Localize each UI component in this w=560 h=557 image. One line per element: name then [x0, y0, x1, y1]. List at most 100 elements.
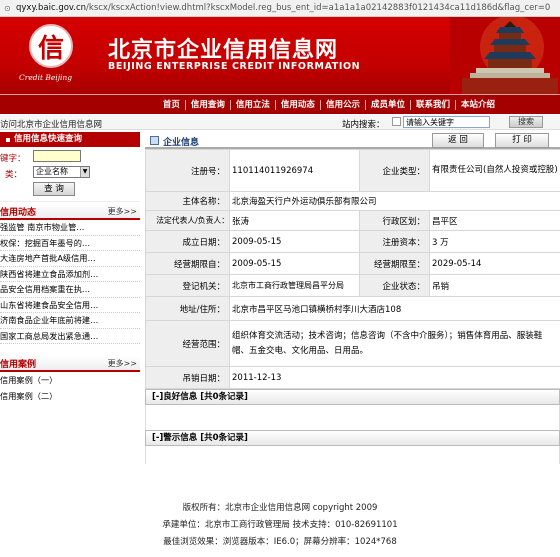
footer-builder: 承建单位：北京市工商行政管理局 技术支持：010-82691101 [162, 520, 398, 530]
url-path: /kscx/kscxAction!view.dhtml?kscxModel.re… [86, 3, 551, 13]
address-label: 地址/住所： [145, 296, 230, 321]
reg-no-value: 110114011926974 [229, 149, 360, 192]
page-info-icon[interactable]: ⊙ [4, 4, 13, 13]
site-search-button[interactable]: 搜索 [509, 116, 543, 128]
sidebar: 信用信息快速查询 键字： 类： 企业名称 ▼ 查 询 信用动态 更多>> 强监管 … [0, 132, 140, 504]
est-label: 成立日期： [145, 230, 230, 253]
panel-title: 企业信息 [163, 138, 200, 148]
capital-label: 注册资本： [359, 230, 430, 253]
reg-no-label: 注册号： [145, 149, 230, 192]
status-label: 企业状态： [359, 274, 430, 297]
rep-label: 法定代表人/负责人： [145, 210, 230, 231]
scope-value: 组织体育交流活动；技术咨询；信息咨询（不含中介服务）；销售体育用品、服装鞋帽、五… [229, 320, 560, 367]
query-button[interactable]: 查 询 [33, 182, 75, 196]
news-list: 强监管 南京市物业管… 权保：挖掘百年墨号的… 大连房地产首批A级信用… 陕西省… [0, 220, 140, 344]
news-item[interactable]: 国家工商总局发出紧急通… [0, 329, 140, 344]
rep-value: 张涛 [229, 210, 360, 231]
district-value: 昌平区 [429, 210, 560, 231]
warning-info-section[interactable]: [-]警示信息 [共0条记录] [145, 430, 560, 446]
url-text: qyxy.baic.gov.cn/kscx/kscxAction!view.dh… [16, 3, 550, 13]
print-button[interactable]: 打 印 [495, 133, 549, 148]
nav-about[interactable]: 本站介绍 [454, 99, 500, 110]
news-item[interactable]: 山东省将建食品安全信用… [0, 298, 140, 313]
quick-search-form: 键字： 类： 企业名称 ▼ 查 询 [0, 147, 140, 202]
nav-credit-publicity[interactable]: 信用公示 [319, 99, 365, 110]
category-select-value: 企业名称 [36, 167, 68, 176]
main-nav: 首页 信用查询 信用立法 信用动态 信用公示 成员单位 联系我们 本站介绍 [0, 94, 560, 114]
news-item[interactable]: 济南食品企业年底前将建… [0, 313, 140, 329]
type-label: 企业类型： [359, 149, 430, 192]
news-item[interactable]: 强监管 南京市物业管… [0, 220, 140, 236]
name-value: 北京海盈天行户外运动俱乐部有限公司 [229, 191, 560, 211]
type-value: 有限责任公司(自然人投资或控股) [429, 149, 560, 192]
page-footer: 版权所有：北京市企业信用信息网 copyright 2009 承建单位：北京市工… [0, 500, 560, 551]
table-row: 地址/住所： 北京市昌平区马池口镇横桥村李川大酒店108 [145, 296, 560, 321]
quick-search-header: 信用信息快速查询 [0, 132, 140, 147]
good-info-section[interactable]: [-]良好信息 [共0条记录] [145, 389, 560, 405]
to-value: 2029-05-14 [429, 252, 560, 275]
keyword-label: 键字： [0, 154, 26, 164]
cases-header: 信用案例 更多>> [0, 356, 140, 372]
quick-search-title: 信用信息快速查询 [14, 134, 83, 144]
footer-browser-note: 最佳浏览效果：浏览器版本：IE6.0；屏幕分辨率：1024*768 [163, 537, 397, 547]
back-button[interactable]: 返 回 [432, 133, 484, 148]
cases-more-link[interactable]: 更多>> [108, 358, 140, 369]
table-row: 法定代表人/负责人： 张涛 行政区划： 昌平区 [145, 210, 560, 231]
footer-copyright: 版权所有：北京市企业信用信息网 copyright 2009 [182, 503, 378, 513]
scope-label: 经营范围： [145, 320, 230, 367]
url-host: qyxy.baic.gov.cn [16, 3, 87, 13]
nav-members[interactable]: 成员单位 [364, 99, 410, 110]
site-title-cn: 北京市企业信用信息网 [108, 38, 339, 63]
keyword-input[interactable] [33, 150, 81, 162]
bullet-icon [6, 137, 10, 142]
table-row: 成立日期： 2009-05-15 注册资本： 3 万 [145, 230, 560, 253]
enterprise-info-table: 注册号： 110114011926974 企业类型： 有限责任公司(自然人投资或… [145, 149, 560, 389]
revoke-value: 2011-12-13 [229, 366, 560, 389]
panel-header: 企业信息 返 回 打 印 [145, 132, 560, 149]
table-row: 吊销日期： 2011-12-13 [145, 366, 560, 389]
revoke-label: 吊销日期： [145, 366, 230, 389]
site-search-label: 站内搜索： [342, 120, 385, 130]
news-item[interactable]: 品安全信用档案重在执… [0, 282, 140, 298]
news-item[interactable]: 陕西省将建立食品添加剂… [0, 267, 140, 282]
enterprise-panel: 企业信息 返 回 打 印 注册号： 110114011926974 企业类型： … [145, 132, 560, 464]
news-item[interactable]: 权保：挖掘百年墨号的… [0, 236, 140, 251]
nav-credit-legislation[interactable]: 信用立法 [229, 99, 275, 110]
site-banner: 信 Credit Beijing 北京市企业信用信息网 BEIJING ENTE… [0, 17, 560, 94]
nav-credit-news[interactable]: 信用动态 [274, 99, 320, 110]
news-title: 信用动态 [0, 207, 37, 218]
category-select[interactable]: 企业名称 ▼ [33, 166, 90, 178]
news-item[interactable]: 大连房地产首批A级信用… [0, 251, 140, 267]
address-value: 北京市昌平区马池口镇横桥村李川大酒店108 [229, 296, 560, 321]
logo-script: Credit Beijing [19, 73, 73, 82]
good-info-body [145, 405, 560, 430]
news-more-link[interactable]: 更多>> [108, 206, 140, 217]
from-value: 2009-05-15 [229, 252, 360, 275]
chevron-down-icon[interactable]: ▼ [80, 167, 89, 177]
case-item[interactable]: 信用案例（一） [0, 372, 140, 388]
case-item[interactable]: 信用案例（二） [0, 388, 140, 404]
district-label: 行政区划： [359, 210, 430, 231]
document-icon [150, 136, 159, 145]
warning-info-body [145, 446, 560, 464]
name-label: 主体名称： [145, 191, 230, 211]
authority-value: 北京市工商行政管理局昌平分局 [229, 274, 360, 297]
location-bar: 访问北京市企业信用信息网 站内搜索： 搜索 [0, 115, 560, 130]
est-value: 2009-05-15 [229, 230, 360, 253]
table-row: 经营期限自： 2009-05-15 经营期限至： 2029-05-14 [145, 252, 560, 275]
nav-contact[interactable]: 联系我们 [409, 99, 455, 110]
cases-list: 信用案例（一） 信用案例（二） [0, 372, 140, 404]
address-bar[interactable]: ⊙ qyxy.baic.gov.cn/kscx/kscxAction!view.… [0, 0, 560, 17]
site-search-input[interactable] [403, 116, 490, 128]
site-title-en: BEIJING ENTERPRISE CREDIT INFORMATION [108, 61, 361, 72]
nav-home[interactable]: 首页 [158, 100, 185, 110]
table-row: 经营范围： 组织体育交流活动；技术咨询；信息咨询（不含中介服务）；销售体育用品、… [145, 320, 560, 367]
status-value: 吊销 [429, 274, 560, 297]
nav-credit-query[interactable]: 信用查询 [184, 99, 230, 110]
category-label: 类： [5, 170, 23, 180]
table-row: 注册号： 110114011926974 企业类型： 有限责任公司(自然人投资或… [145, 149, 560, 192]
temple-of-heaven-image [450, 17, 560, 94]
capital-value: 3 万 [429, 230, 560, 253]
cases-title: 信用案例 [0, 359, 37, 370]
to-label: 经营期限至： [359, 252, 430, 275]
